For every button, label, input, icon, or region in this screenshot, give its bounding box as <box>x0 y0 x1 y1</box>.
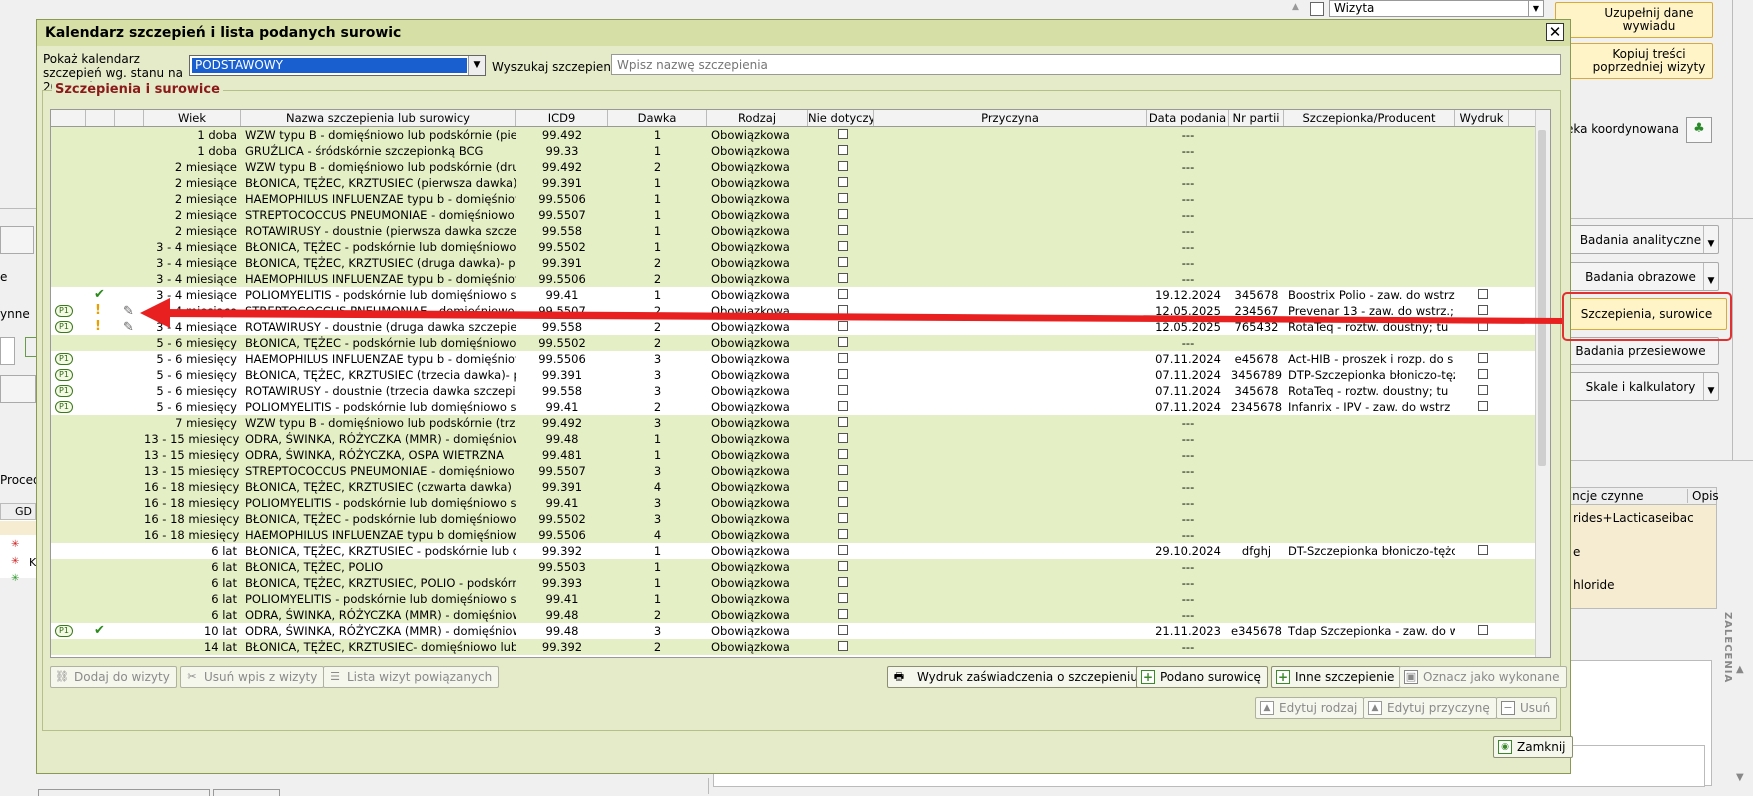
arrow-shaft <box>162 309 1562 324</box>
arrow-head <box>140 298 170 328</box>
annotation-arrow <box>140 298 1562 328</box>
